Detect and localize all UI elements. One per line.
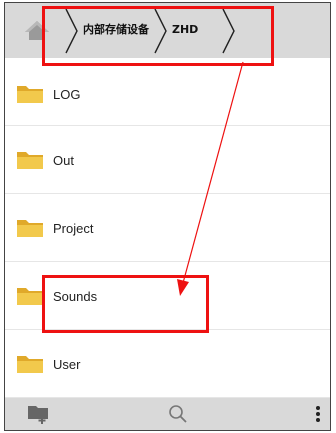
folder-icon	[16, 150, 44, 170]
file-browser-window: 内部存储设备 ZHD LOG Out Project Sounds User	[4, 2, 331, 431]
folder-list: LOG Out Project Sounds User	[5, 58, 330, 398]
folder-item-user[interactable]: User	[5, 330, 330, 398]
chevron-right-icon	[221, 7, 237, 55]
folder-name: Out	[53, 153, 74, 168]
folder-icon	[16, 354, 44, 374]
chevron-right-icon	[64, 7, 80, 55]
folder-item-log[interactable]: LOG	[5, 58, 330, 126]
folder-item-sounds[interactable]: Sounds	[5, 262, 330, 330]
folder-name: Sounds	[53, 289, 98, 304]
more-vertical-icon[interactable]	[311, 403, 325, 425]
breadcrumb-item-zhd[interactable]: ZHD	[172, 22, 198, 38]
folder-item-out[interactable]: Out	[5, 126, 330, 194]
folder-item-project[interactable]: Project	[5, 194, 330, 262]
breadcrumb: 内部存储设备 ZHD	[5, 3, 330, 58]
chevron-right-icon	[153, 7, 169, 55]
folder-name: User	[53, 357, 81, 372]
folder-icon	[16, 84, 44, 104]
folder-name: LOG	[53, 87, 81, 102]
bottom-toolbar	[5, 398, 330, 430]
search-icon[interactable]	[167, 403, 191, 425]
new-folder-icon[interactable]	[27, 403, 51, 425]
folder-icon	[16, 286, 44, 306]
folder-name: Project	[53, 221, 94, 236]
folder-icon	[16, 218, 44, 238]
breadcrumb-item-internal-storage[interactable]: 内部存储设备	[83, 22, 149, 38]
home-icon[interactable]	[23, 19, 51, 41]
